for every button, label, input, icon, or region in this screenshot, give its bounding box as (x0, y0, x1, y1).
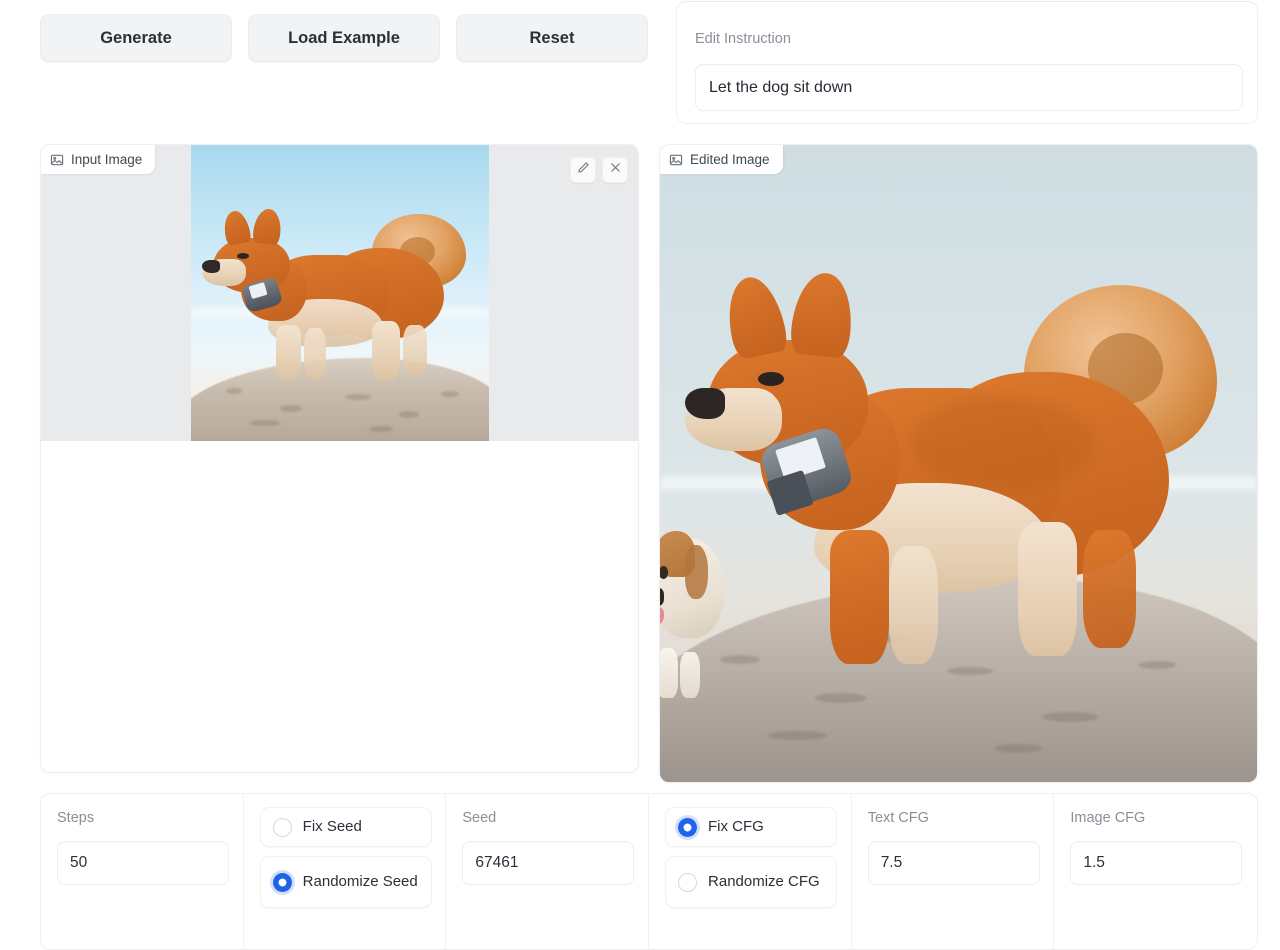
load-example-button[interactable]: Load Example (248, 14, 440, 62)
seed-mode-cell: Fix Seed Randomize Seed (244, 794, 447, 949)
app-root: Generate Load Example Reset Edit Instruc… (0, 0, 1280, 950)
randomize-seed-option[interactable]: Randomize Seed (260, 856, 432, 908)
image-cfg-input[interactable]: 1.5 (1070, 841, 1242, 885)
text-cfg-label: Text CFG (868, 810, 929, 826)
steps-cell: Steps 50 (41, 794, 244, 949)
edit-instruction-label: Edit Instruction (695, 31, 791, 47)
image-icon (669, 153, 683, 167)
image-icon (50, 153, 64, 167)
input-image-title: Input Image (71, 152, 142, 167)
radio-icon-selected (273, 873, 292, 892)
edited-image-chip: Edited Image (660, 145, 783, 174)
pencil-icon (577, 161, 590, 179)
edit-instruction-card: Edit Instruction Let the dog sit down (676, 1, 1258, 124)
steps-input[interactable]: 50 (57, 841, 229, 885)
steps-label: Steps (57, 810, 94, 826)
randomize-seed-label: Randomize Seed (303, 873, 418, 892)
radio-icon (678, 873, 697, 892)
text-cfg-input[interactable]: 7.5 (868, 841, 1040, 885)
seed-mode-radio-group: Fix Seed Randomize Seed (260, 807, 432, 917)
seed-label: Seed (462, 810, 496, 826)
cfg-mode-cell: Fix CFG Randomize CFG (649, 794, 852, 949)
fix-seed-option[interactable]: Fix Seed (260, 807, 432, 847)
randomize-cfg-label: Randomize CFG (708, 873, 820, 892)
generate-button[interactable]: Generate (40, 14, 232, 62)
seed-input[interactable]: 67461 (462, 841, 634, 885)
fix-cfg-label: Fix CFG (708, 818, 764, 837)
close-icon (609, 161, 622, 179)
edited-image-content (660, 145, 1257, 782)
randomize-cfg-option[interactable]: Randomize CFG (665, 856, 837, 908)
radio-icon-selected (678, 818, 697, 837)
edited-image-title: Edited Image (690, 152, 770, 167)
seed-cell: Seed 67461 (446, 794, 649, 949)
image-cfg-cell: Image CFG 1.5 (1054, 794, 1257, 949)
reset-button[interactable]: Reset (456, 14, 648, 62)
edited-image-panel[interactable]: Edited Image (659, 144, 1258, 783)
text-cfg-cell: Text CFG 7.5 (852, 794, 1055, 949)
image-cfg-label: Image CFG (1070, 810, 1145, 826)
edit-instruction-input[interactable]: Let the dog sit down (695, 64, 1243, 111)
cfg-mode-radio-group: Fix CFG Randomize CFG (665, 807, 837, 917)
input-image-letterbox (41, 145, 638, 441)
input-image-content (191, 145, 489, 441)
fix-cfg-option[interactable]: Fix CFG (665, 807, 837, 847)
radio-icon (273, 818, 292, 837)
input-image-panel[interactable]: Input Image (40, 144, 639, 773)
clear-image-button[interactable] (602, 157, 628, 183)
edit-image-button[interactable] (570, 157, 596, 183)
input-image-chip: Input Image (41, 145, 155, 174)
generation-controls: Steps 50 Fix Seed Randomize Seed Seed 67… (40, 793, 1258, 950)
fix-seed-label: Fix Seed (303, 818, 362, 837)
input-image-tools (570, 157, 628, 183)
action-toolbar: Generate Load Example Reset (40, 14, 648, 62)
